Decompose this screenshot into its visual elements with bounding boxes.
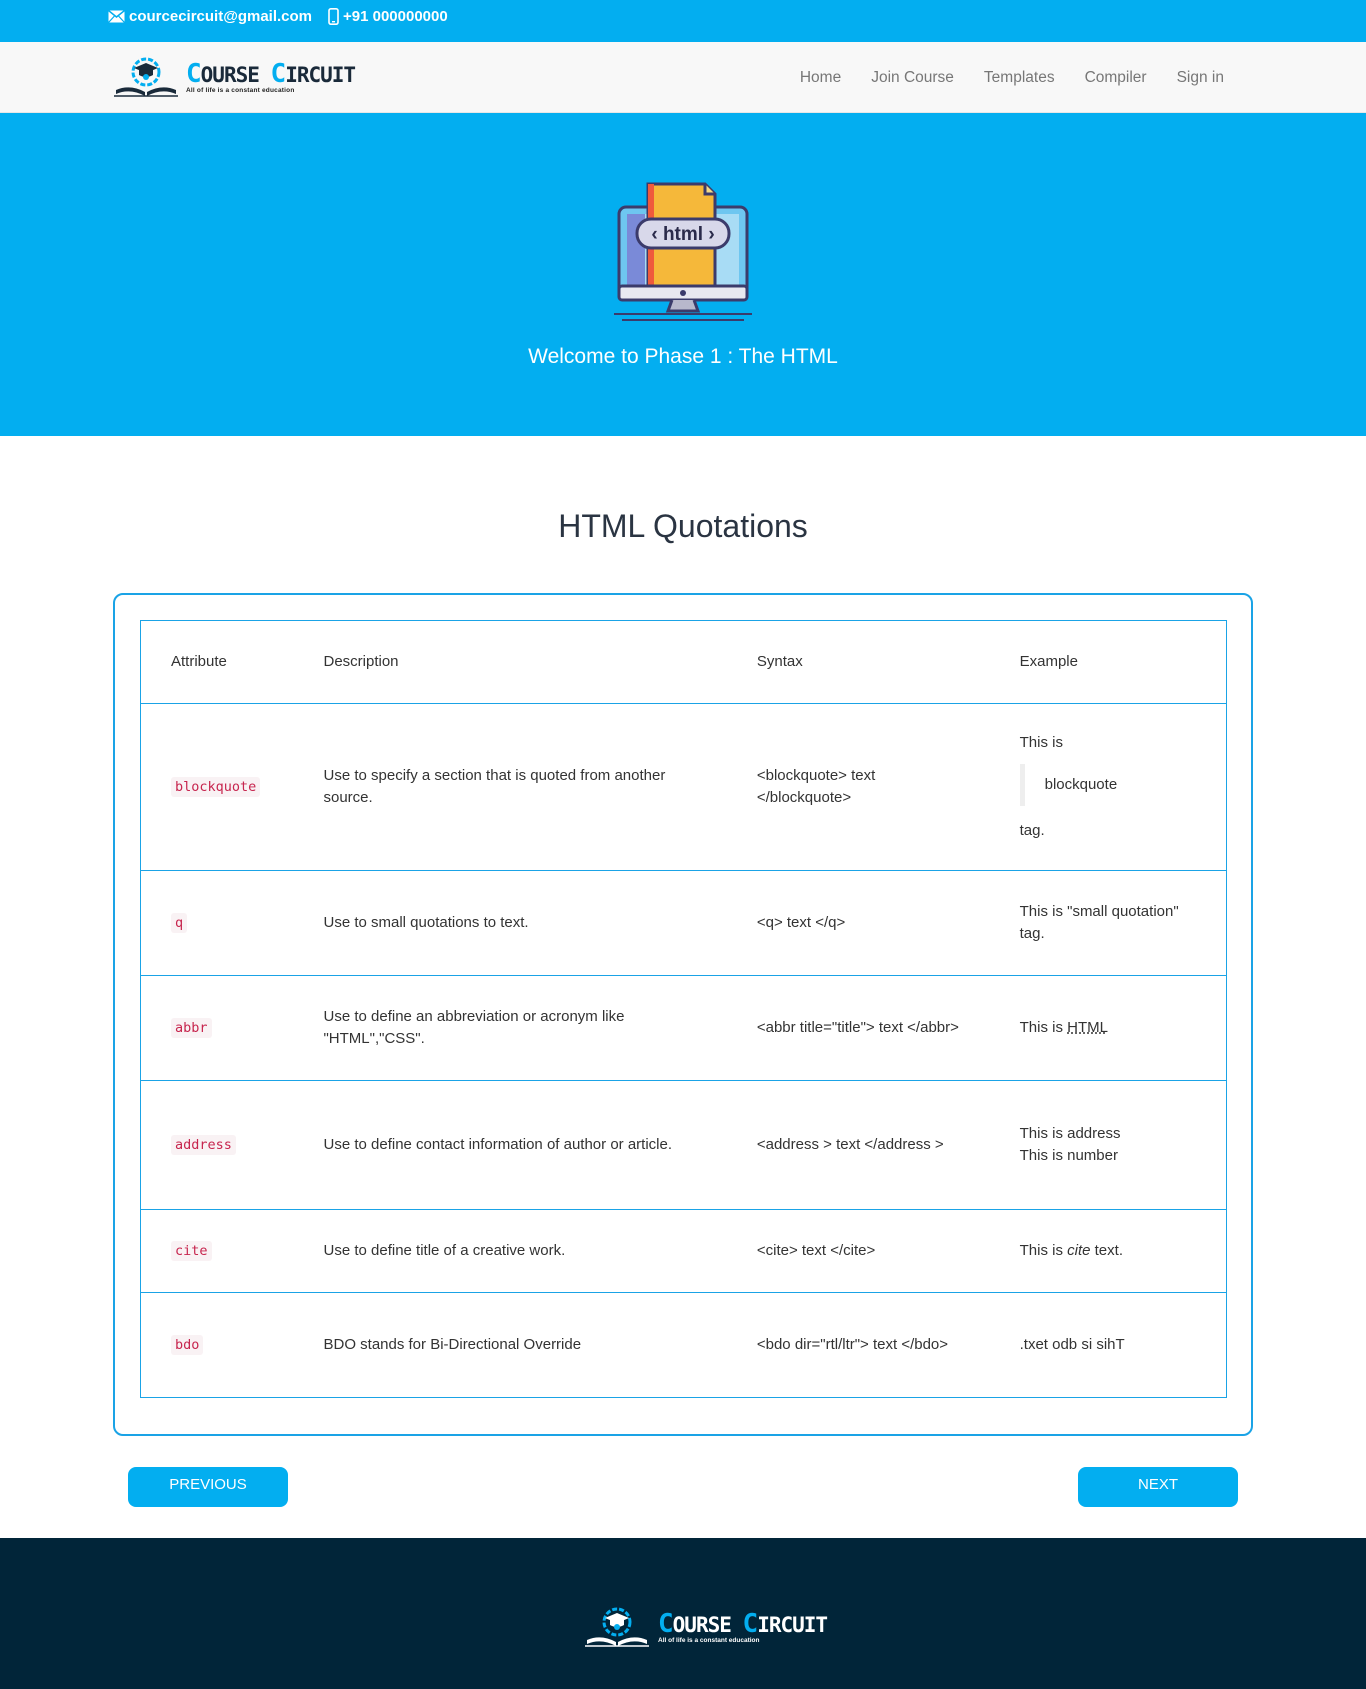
brand-logo[interactable]: COURSE CIRCUIT All of life is a constant… bbox=[112, 56, 356, 100]
hero-title: Welcome to Phase 1 : The HTML bbox=[528, 345, 838, 368]
example-abbr[interactable]: HTML bbox=[1067, 1019, 1108, 1036]
example-cell: .txet odb si sihT bbox=[989, 1292, 1227, 1398]
table-header-row: Attribute Description Syntax Example bbox=[140, 620, 1227, 704]
envelope-icon bbox=[108, 9, 125, 23]
contact-email[interactable]: courcecircuit@gmail.com bbox=[108, 0, 312, 32]
description-cell: Use to define title of a creative work. bbox=[293, 1209, 727, 1293]
contact-phone-text: +91 000000000 bbox=[343, 7, 448, 25]
book-graduation-logo-icon bbox=[585, 1607, 649, 1647]
description-cell: Use to define an abbreviation or acronym… bbox=[293, 975, 727, 1081]
example-cell: This is HTML bbox=[989, 975, 1227, 1081]
table-row: cite Use to define title of a creative w… bbox=[140, 1209, 1227, 1293]
nav-join-course[interactable]: Join Course bbox=[871, 69, 954, 87]
html-monitor-illustration-icon: ‹ html › bbox=[614, 182, 752, 321]
navbar: COURSE CIRCUIT All of life is a constant… bbox=[0, 42, 1366, 113]
attribute-code: q bbox=[171, 913, 188, 933]
footer: COURSE CIRCUIT All of life is a constant… bbox=[0, 1538, 1366, 1689]
description-cell: BDO stands for Bi-Directional Override bbox=[293, 1292, 727, 1398]
attribute-code: cite bbox=[171, 1241, 212, 1261]
contact-email-text: courcecircuit@gmail.com bbox=[129, 7, 313, 25]
syntax-cell: <abbr title="title"> text </abbr> bbox=[726, 975, 990, 1081]
mobile-phone-icon bbox=[328, 7, 339, 25]
example-cell: This is blockquote tag. bbox=[989, 703, 1227, 871]
attribute-code: blockquote bbox=[171, 777, 261, 797]
example-blockquote: blockquote bbox=[1019, 764, 1196, 806]
hero-banner: ‹ html › Welcome to Phase 1 : The HTML bbox=[0, 113, 1366, 436]
attribute-code: address bbox=[171, 1135, 236, 1155]
header-example: Example bbox=[989, 620, 1227, 704]
nav-templates[interactable]: Templates bbox=[984, 69, 1055, 87]
header-description: Description bbox=[293, 620, 727, 704]
nav-links: Home Join Course Templates Compiler Sign… bbox=[770, 42, 1224, 113]
brand-tagline: All of life is a constant education bbox=[186, 86, 295, 94]
attribute-code: bdo bbox=[171, 1335, 204, 1355]
top-contact-bar: courcecircuit@gmail.com +91 000000000 bbox=[0, 0, 1366, 42]
description-cell: Use to define contact information of aut… bbox=[293, 1080, 727, 1210]
table-row: abbr Use to define an abbreviation or ac… bbox=[140, 975, 1227, 1081]
footer-brand-logo[interactable]: COURSE CIRCUIT All of life is a constant… bbox=[582, 1606, 828, 1650]
description-cell: Use to specify a section that is quoted … bbox=[293, 703, 727, 871]
nav-compiler[interactable]: Compiler bbox=[1085, 69, 1147, 87]
next-button[interactable]: NEXT bbox=[1078, 1467, 1238, 1507]
brand-name: COURSE CIRCUIT bbox=[186, 58, 356, 89]
contact-phone[interactable]: +91 000000000 bbox=[328, 0, 448, 32]
footer-brand-text: COURSE CIRCUIT All of life is a constant… bbox=[658, 1608, 828, 1644]
example-cell: This is "small quotation" tag. bbox=[989, 870, 1227, 976]
nav-sign-in[interactable]: Sign in bbox=[1177, 69, 1224, 87]
table-row: blockquote Use to specify a section that… bbox=[140, 703, 1227, 871]
nav-home[interactable]: Home bbox=[800, 69, 841, 87]
example-cell: This is cite text. bbox=[989, 1209, 1227, 1293]
svg-text:‹ html ›: ‹ html › bbox=[651, 224, 714, 245]
syntax-cell: <blockquote> text </blockquote> bbox=[726, 703, 990, 871]
syntax-cell: <address > text </address > bbox=[726, 1080, 990, 1210]
syntax-cell: <cite> text </cite> bbox=[726, 1209, 990, 1293]
example-cell: This is address This is number bbox=[989, 1080, 1227, 1210]
attribute-code: abbr bbox=[171, 1018, 212, 1038]
book-graduation-logo-icon bbox=[114, 57, 178, 97]
syntax-cell: <q> text </q> bbox=[726, 870, 990, 976]
brand-text: COURSE CIRCUIT All of life is a constant… bbox=[186, 58, 356, 94]
table-row: q Use to small quotations to text. <q> t… bbox=[140, 870, 1227, 976]
description-cell: Use to small quotations to text. bbox=[293, 870, 727, 976]
quotations-table: Attribute Description Syntax Example blo… bbox=[140, 620, 1227, 1398]
previous-button[interactable]: PREVIOUS bbox=[128, 1467, 288, 1507]
section-title: HTML Quotations bbox=[558, 508, 808, 544]
syntax-cell: <bdo dir="rtl/ltr"> text </bdo> bbox=[726, 1292, 990, 1398]
header-attribute: Attribute bbox=[140, 620, 294, 704]
table-row: bdo BDO stands for Bi-Directional Overri… bbox=[140, 1292, 1227, 1398]
header-syntax: Syntax bbox=[726, 620, 990, 704]
table-row: address Use to define contact informatio… bbox=[140, 1080, 1227, 1210]
